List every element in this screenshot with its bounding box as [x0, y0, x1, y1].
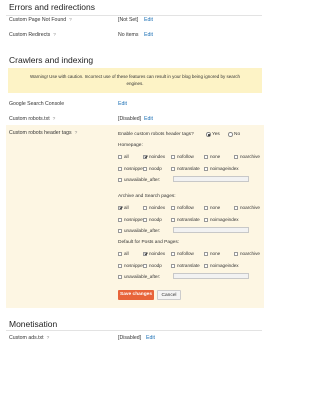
checkbox-unavailableafter[interactable] — [118, 228, 122, 233]
checkbox-label: all — [124, 205, 129, 210]
radio-yes-label: Yes — [212, 132, 220, 137]
row-label-custom-ads-txt: Custom ads.txt? — [9, 335, 50, 341]
checkbox-noimageindex[interactable] — [204, 263, 208, 268]
value-custom-ads-txt: [Disabled] — [118, 335, 142, 341]
row-label-search-console: Google Search Console — [9, 101, 65, 107]
checkbox-unavailableafter[interactable] — [118, 274, 122, 279]
unavailable-after-input[interactable] — [173, 227, 249, 233]
checkbox-label: unavailable_after: — [124, 177, 161, 182]
unavailable-after-input[interactable] — [173, 273, 249, 279]
cancel-button[interactable]: Cancel — [157, 290, 181, 300]
group-title: Archive and Search pages: — [118, 194, 176, 199]
section-title-monetisation: Monetisation — [9, 319, 58, 329]
checkbox-label: noindex — [149, 205, 166, 210]
checkbox-label: unavailable_after: — [124, 228, 161, 233]
checkbox-label: nofollow — [177, 251, 194, 256]
edit-link-search-console[interactable]: Edit — [118, 101, 127, 107]
checkbox-label: none — [210, 251, 221, 256]
radio-no-label: No — [234, 132, 241, 137]
checkbox-label: noodp — [149, 263, 162, 268]
checkbox-label: nofollow — [177, 205, 194, 210]
checkbox-noimageindex[interactable] — [204, 217, 208, 222]
checkbox-label: notranslate — [177, 263, 200, 268]
checkbox-all[interactable] — [118, 205, 122, 210]
checkbox-label: noimageindex — [210, 217, 239, 222]
checkbox-noarchive[interactable] — [234, 251, 238, 256]
edit-link-custom-robots-txt[interactable]: Edit — [144, 116, 153, 122]
checkbox-label: noimageindex — [210, 263, 239, 268]
edit-link-custom-page-not-found[interactable]: Edit — [144, 17, 153, 23]
checkbox-label: noarchive — [240, 205, 260, 210]
edit-link-custom-ads-txt[interactable]: Edit — [146, 335, 155, 341]
question-mark-icon[interactable]: ? — [47, 336, 50, 341]
checkbox-nofollow[interactable] — [171, 205, 175, 210]
section-title-crawlers: Crawlers and indexing — [9, 55, 94, 65]
checkbox-label: notranslate — [177, 166, 200, 171]
value-custom-redirects: No items — [118, 32, 139, 38]
checkbox-label: nosnippet — [124, 166, 144, 171]
checkbox-label: all — [124, 251, 129, 256]
checkbox-label: nosnippet — [124, 263, 144, 268]
checkbox-label: noimageindex — [210, 166, 239, 171]
question-mark-icon[interactable]: ? — [53, 117, 56, 122]
warning-banner: Warning! Use with caution. Incorrect use… — [8, 68, 262, 93]
checkbox-noindex[interactable] — [143, 205, 147, 210]
radio-yes[interactable] — [206, 132, 211, 137]
checkbox-label: noarchive — [240, 251, 260, 256]
checkbox-notranslate[interactable] — [171, 263, 175, 268]
checkbox-noindex[interactable] — [143, 154, 147, 159]
edit-link-custom-redirects[interactable]: Edit — [144, 32, 153, 38]
checkbox-noindex[interactable] — [143, 251, 147, 256]
checkbox-label: none — [210, 154, 221, 159]
value-custom-page-not-found: [Not Set] — [118, 17, 139, 23]
checkbox-none[interactable] — [204, 154, 208, 159]
checkbox-label: notranslate — [177, 217, 200, 222]
checkbox-label: noindex — [149, 154, 166, 159]
section-title-errors: Errors and redirections — [9, 2, 95, 12]
checkbox-label: nosnippet — [124, 217, 144, 222]
value-custom-robots-txt: [Disabled] — [118, 116, 142, 122]
checkbox-none[interactable] — [204, 251, 208, 256]
divider — [6, 15, 262, 16]
radio-no[interactable] — [228, 132, 233, 137]
checkbox-none[interactable] — [204, 205, 208, 210]
checkbox-noimageindex[interactable] — [204, 166, 208, 171]
unavailable-after-input[interactable] — [173, 176, 249, 182]
checkbox-noodp[interactable] — [143, 263, 147, 268]
question-mark-icon[interactable]: ? — [53, 33, 56, 38]
checkbox-noodp[interactable] — [143, 166, 147, 171]
enable-question: Enable custom robots header tags? — [118, 132, 194, 137]
checkbox-nosnippet[interactable] — [118, 166, 122, 171]
checkbox-label: unavailable_after: — [124, 274, 161, 279]
checkbox-label: nofollow — [177, 154, 194, 159]
checkbox-label: none — [210, 205, 221, 210]
checkbox-all[interactable] — [118, 251, 122, 256]
question-mark-icon[interactable]: ? — [69, 18, 72, 23]
checkbox-noarchive[interactable] — [234, 154, 238, 159]
row-label-custom-redirects: Custom Redirects? — [9, 32, 56, 38]
save-changes-button[interactable]: Save changes — [118, 290, 154, 300]
checkbox-label: all — [124, 154, 129, 159]
group-title: Default for Posts and Pages: — [118, 240, 180, 245]
checkbox-nofollow[interactable] — [171, 154, 175, 159]
divider — [6, 330, 262, 331]
checkbox-noarchive[interactable] — [234, 205, 238, 210]
question-mark-icon[interactable]: ? — [75, 131, 78, 136]
row-label-custom-page-not-found: Custom Page Not Found? — [9, 17, 72, 23]
checkbox-label: noarchive — [240, 154, 260, 159]
checkbox-label: noindex — [149, 251, 166, 256]
checkbox-nosnippet[interactable] — [118, 217, 122, 222]
checkbox-notranslate[interactable] — [171, 217, 175, 222]
checkbox-unavailableafter[interactable] — [118, 177, 122, 182]
checkbox-all[interactable] — [118, 154, 122, 159]
checkbox-notranslate[interactable] — [171, 166, 175, 171]
checkbox-nofollow[interactable] — [171, 251, 175, 256]
checkbox-label: noodp — [149, 217, 162, 222]
row-label-custom-robots-txt: Custom robots.txt? — [9, 116, 56, 122]
checkbox-label: noodp — [149, 166, 162, 171]
row-label-custom-robots-header-tags: Custom robots header tags? — [9, 130, 78, 136]
checkbox-noodp[interactable] — [143, 217, 147, 222]
checkbox-nosnippet[interactable] — [118, 263, 122, 268]
group-title: Homepage: — [118, 143, 143, 148]
